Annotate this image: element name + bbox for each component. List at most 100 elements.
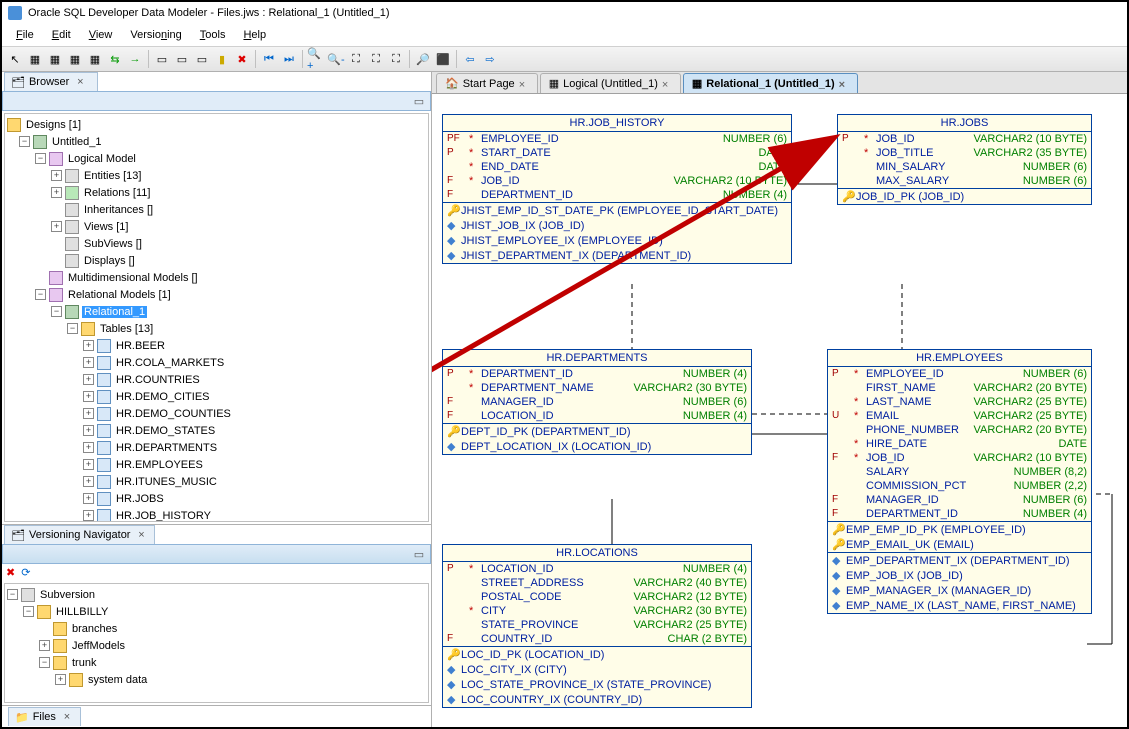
refresh-icon[interactable]: ⟳ <box>21 566 30 579</box>
zoom-out-icon[interactable]: 🔍- <box>327 50 345 68</box>
tree-toggle[interactable]: + <box>83 374 94 385</box>
zoom-in-icon[interactable]: 🔍+ <box>307 50 325 68</box>
tree-toggle[interactable]: − <box>23 606 34 617</box>
tree-toggle[interactable]: + <box>83 510 94 521</box>
tree-relmodels[interactable]: Relational Models [1] <box>66 289 173 301</box>
tree-toggle[interactable]: + <box>51 170 62 181</box>
tree-subversion[interactable]: Subversion <box>38 589 97 601</box>
delete-icon[interactable]: ✖ <box>6 566 15 579</box>
grid4-icon[interactable]: ▦ <box>86 50 104 68</box>
menu-versioning[interactable]: Versioning <box>122 27 189 43</box>
tree-toggle[interactable]: + <box>83 442 94 453</box>
tree-toggle[interactable]: + <box>83 425 94 436</box>
files-tab[interactable]: 📁 Files × <box>8 707 81 726</box>
tab-logical[interactable]: ▦Logical (Untitled_1)× <box>540 73 681 93</box>
tree-table-item[interactable]: HR.BEER <box>114 340 167 352</box>
menu-view[interactable]: View <box>81 27 121 43</box>
tab-close-icon[interactable]: × <box>839 79 849 89</box>
tree-toggle[interactable]: + <box>83 408 94 419</box>
delete-icon[interactable]: ✖ <box>233 50 251 68</box>
menu-help[interactable]: Help <box>235 27 274 43</box>
link-icon[interactable]: ⇆ <box>106 50 124 68</box>
entity-jobs[interactable]: HR.JOBSP*JOB_IDVARCHAR2 (10 BYTE)*JOB_TI… <box>837 114 1092 205</box>
tree-table-item[interactable]: HR.COUNTRIES <box>114 374 202 386</box>
tree-toggle[interactable]: + <box>51 187 62 198</box>
tree-table-item[interactable]: HR.COLA_MARKETS <box>114 357 226 369</box>
tree-multidim[interactable]: Multidimensional Models [] <box>66 272 200 284</box>
fit2-icon[interactable]: ⛶ <box>367 50 385 68</box>
fit-icon[interactable]: ⛶ <box>347 50 365 68</box>
tab-close-icon[interactable]: × <box>662 79 672 89</box>
tree-jeffmodels[interactable]: JeffModels <box>70 640 127 652</box>
tree-entities[interactable]: Entities [13] <box>82 170 143 182</box>
tree-table-item[interactable]: HR.JOB_HISTORY <box>114 510 213 522</box>
tree-table-item[interactable]: HR.JOBS <box>114 493 166 505</box>
tree-designs[interactable]: Designs [1] <box>24 119 83 131</box>
tree-toggle[interactable]: + <box>51 221 62 232</box>
tree-systemdata[interactable]: system data <box>86 674 149 686</box>
tree-toggle[interactable]: − <box>39 657 50 668</box>
tree-toggle[interactable]: + <box>83 357 94 368</box>
tree-table-item[interactable]: HR.DEMO_COUNTIES <box>114 408 233 420</box>
tree-hillbilly[interactable]: HILLBILLY <box>54 606 110 618</box>
tree-toggle[interactable]: + <box>83 493 94 504</box>
grid3-icon[interactable]: ▦ <box>66 50 84 68</box>
tree-toggle[interactable]: − <box>51 306 62 317</box>
grid-icon[interactable]: ▦ <box>26 50 44 68</box>
tree-toggle[interactable]: + <box>55 674 66 685</box>
tree-tables[interactable]: Tables [13] <box>98 323 155 335</box>
browser-tree[interactable]: Designs [1] −Untitled_1 −Logical Model +… <box>4 113 429 522</box>
tree-toggle[interactable]: + <box>83 459 94 470</box>
tree-subviews[interactable]: SubViews [] <box>82 238 144 250</box>
tree-toggle[interactable]: − <box>35 289 46 300</box>
fit3-icon[interactable]: ⛶ <box>387 50 405 68</box>
tree-logical[interactable]: Logical Model <box>66 153 138 165</box>
tree-toggle[interactable]: − <box>19 136 30 147</box>
tree-untitled[interactable]: Untitled_1 <box>50 136 104 148</box>
box3-icon[interactable]: ▭ <box>193 50 211 68</box>
tree-table-item[interactable]: HR.ITUNES_MUSIC <box>114 476 219 488</box>
search-icon[interactable]: 🔎 <box>414 50 432 68</box>
grid2-icon[interactable]: ▦ <box>46 50 64 68</box>
tree-inheritances[interactable]: Inheritances [] <box>82 204 155 216</box>
entity-job-history[interactable]: HR.JOB_HISTORYPF*EMPLOYEE_IDNUMBER (6)P*… <box>442 114 792 264</box>
last-icon[interactable]: ⏭ <box>280 50 298 68</box>
tree-table-item[interactable]: HR.EMPLOYEES <box>114 459 205 471</box>
tree-branches[interactable]: branches <box>70 623 119 635</box>
tree-table-item[interactable]: HR.DEMO_STATES <box>114 425 217 437</box>
tree-toggle[interactable]: − <box>7 589 18 600</box>
entity-locations[interactable]: HR.LOCATIONSP*LOCATION_IDNUMBER (4)STREE… <box>442 544 752 708</box>
tree-toggle[interactable]: − <box>35 153 46 164</box>
tree-toggle[interactable]: + <box>83 391 94 402</box>
versioning-tab[interactable]: 🗂 Versioning Navigator × <box>4 525 155 544</box>
menu-tools[interactable]: Tools <box>192 27 234 43</box>
tree-displays[interactable]: Displays [] <box>82 255 137 267</box>
forward-icon[interactable]: ⇨ <box>481 50 499 68</box>
back-icon[interactable]: ⇦ <box>461 50 479 68</box>
tab-relational[interactable]: ▦Relational_1 (Untitled_1)× <box>683 73 858 93</box>
tree-table-item[interactable]: HR.DEMO_CITIES <box>114 391 212 403</box>
files-tab-close-icon[interactable]: × <box>60 710 74 724</box>
tree-relations[interactable]: Relations [11] <box>82 187 152 199</box>
box2-icon[interactable]: ▭ <box>173 50 191 68</box>
box1-icon[interactable]: ▭ <box>153 50 171 68</box>
tree-views[interactable]: Views [1] <box>82 221 130 233</box>
versioning-tab-close-icon[interactable]: × <box>134 528 148 542</box>
browser-minimize-icon[interactable]: ▭ <box>412 94 426 108</box>
stop-icon[interactable]: ⬛ <box>434 50 452 68</box>
menu-file[interactable]: File <box>8 27 42 43</box>
arrow-icon[interactable]: → <box>126 50 144 68</box>
tree-toggle[interactable]: − <box>67 323 78 334</box>
pointer-icon[interactable]: ↖ <box>6 50 24 68</box>
entity-departments[interactable]: HR.DEPARTMENTSP*DEPARTMENT_IDNUMBER (4)*… <box>442 349 752 455</box>
browser-tab[interactable]: 🗂 Browser × <box>4 72 98 91</box>
tree-toggle[interactable]: + <box>83 340 94 351</box>
tree-trunk[interactable]: trunk <box>70 657 98 669</box>
tree-relational1[interactable]: Relational_1 <box>82 306 147 318</box>
first-icon[interactable]: ⏮ <box>260 50 278 68</box>
note-icon[interactable]: ▮ <box>213 50 231 68</box>
tab-close-icon[interactable]: × <box>519 79 529 89</box>
tab-start-page[interactable]: 🏠Start Page× <box>436 73 538 93</box>
browser-tab-close-icon[interactable]: × <box>73 75 87 89</box>
diagram-canvas[interactable]: HR.JOB_HISTORYPF*EMPLOYEE_IDNUMBER (6)P*… <box>432 94 1127 727</box>
